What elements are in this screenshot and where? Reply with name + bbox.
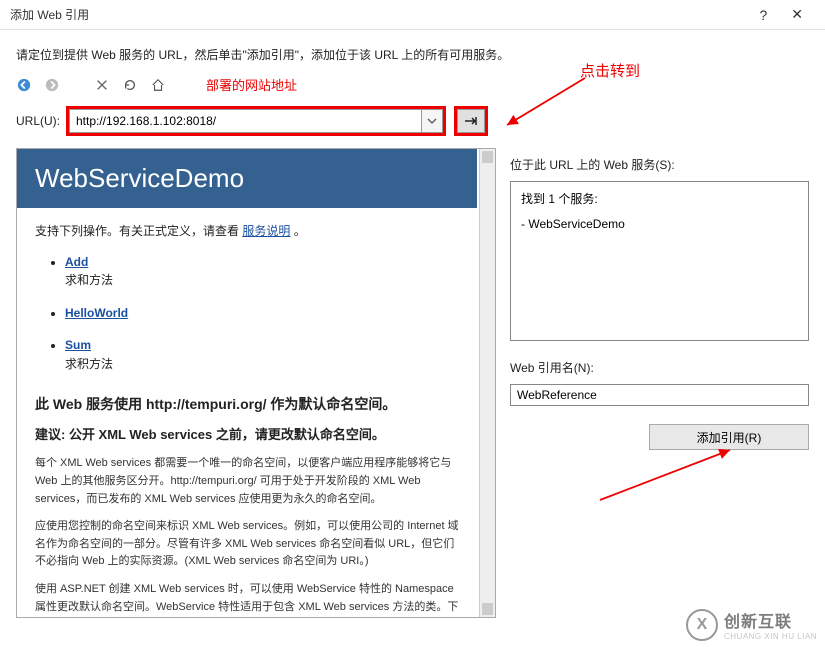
annotation-deploy-label: 部署的网站地址 [206,75,297,94]
back-icon[interactable] [16,77,32,93]
stop-icon[interactable] [94,77,110,93]
services-list[interactable]: 找到 1 个服务: - WebServiceDemo [510,181,809,341]
namespace-paragraph: 每个 XML Web services 都需要一个唯一的命名空间，以便客户端应用… [35,455,459,508]
service-description-link[interactable]: 服务说明 [242,224,290,238]
namespace-heading: 此 Web 服务使用 http://tempuri.org/ 作为默认命名空间。 [35,394,459,416]
instruction-text: 请定位到提供 Web 服务的 URL，然后单击"添加引用"，添加位于该 URL … [0,30,825,71]
add-reference-button[interactable]: 添加引用(R) [649,424,809,450]
supports-line: 支持下列操作。有关正式定义，请查看 服务说明 。 [35,222,459,241]
url-combo[interactable] [66,106,446,136]
service-list-item[interactable]: - WebServiceDemo [521,217,798,231]
found-count: 找到 1 个服务: [521,190,798,207]
home-icon[interactable] [150,77,166,93]
url-label: URL(U): [16,114,60,128]
go-button[interactable] [457,109,485,133]
chevron-down-icon[interactable] [421,109,443,133]
operation-link-sum[interactable]: Sum [65,336,91,355]
service-preview-pane: WebServiceDemo 支持下列操作。有关正式定义，请查看 服务说明 。 … [16,148,496,618]
services-label: 位于此 URL 上的 Web 服务(S): [510,156,809,173]
operation-desc: 求和方法 [65,273,113,287]
namespace-recommend: 建议: 公开 XML Web services 之前，请更改默认命名空间。 [35,425,459,445]
forward-icon [44,77,60,93]
supports-suffix: 。 [294,224,306,238]
close-button[interactable]: ✕ [779,2,815,27]
help-button[interactable]: ? [747,3,779,27]
operation-item: Sum 求积方法 [65,336,459,373]
watermark-text: 创新互联 [724,608,817,632]
watermark-subtext: CHUANG XIN HU LIAN [724,632,817,641]
operation-link-add[interactable]: Add [65,253,88,272]
watermark: X 创新互联 CHUANG XIN HU LIAN [686,608,817,641]
operation-link-helloworld[interactable]: HelloWorld [65,304,128,323]
refresh-icon[interactable] [122,77,138,93]
namespace-paragraph: 使用 ASP.NET 创建 XML Web services 时，可以使用 We… [35,581,459,618]
url-input[interactable] [69,109,421,133]
annotation-click-go: 点击转到 [580,60,640,81]
service-title: WebServiceDemo [17,149,477,208]
refname-label: Web 引用名(N): [510,359,809,376]
web-reference-name-input[interactable] [510,384,809,406]
operation-item: Add 求和方法 [65,253,459,290]
supports-prefix: 支持下列操作。有关正式定义，请查看 [35,224,239,238]
operation-desc: 求积方法 [65,357,113,371]
watermark-logo-icon: X [686,609,718,641]
window-title: 添加 Web 引用 [10,6,89,23]
namespace-paragraph: 应使用您控制的命名空间来标识 XML Web services。例如，可以使用公… [35,518,459,571]
operation-item: HelloWorld [65,304,459,323]
scrollbar[interactable] [479,149,495,617]
